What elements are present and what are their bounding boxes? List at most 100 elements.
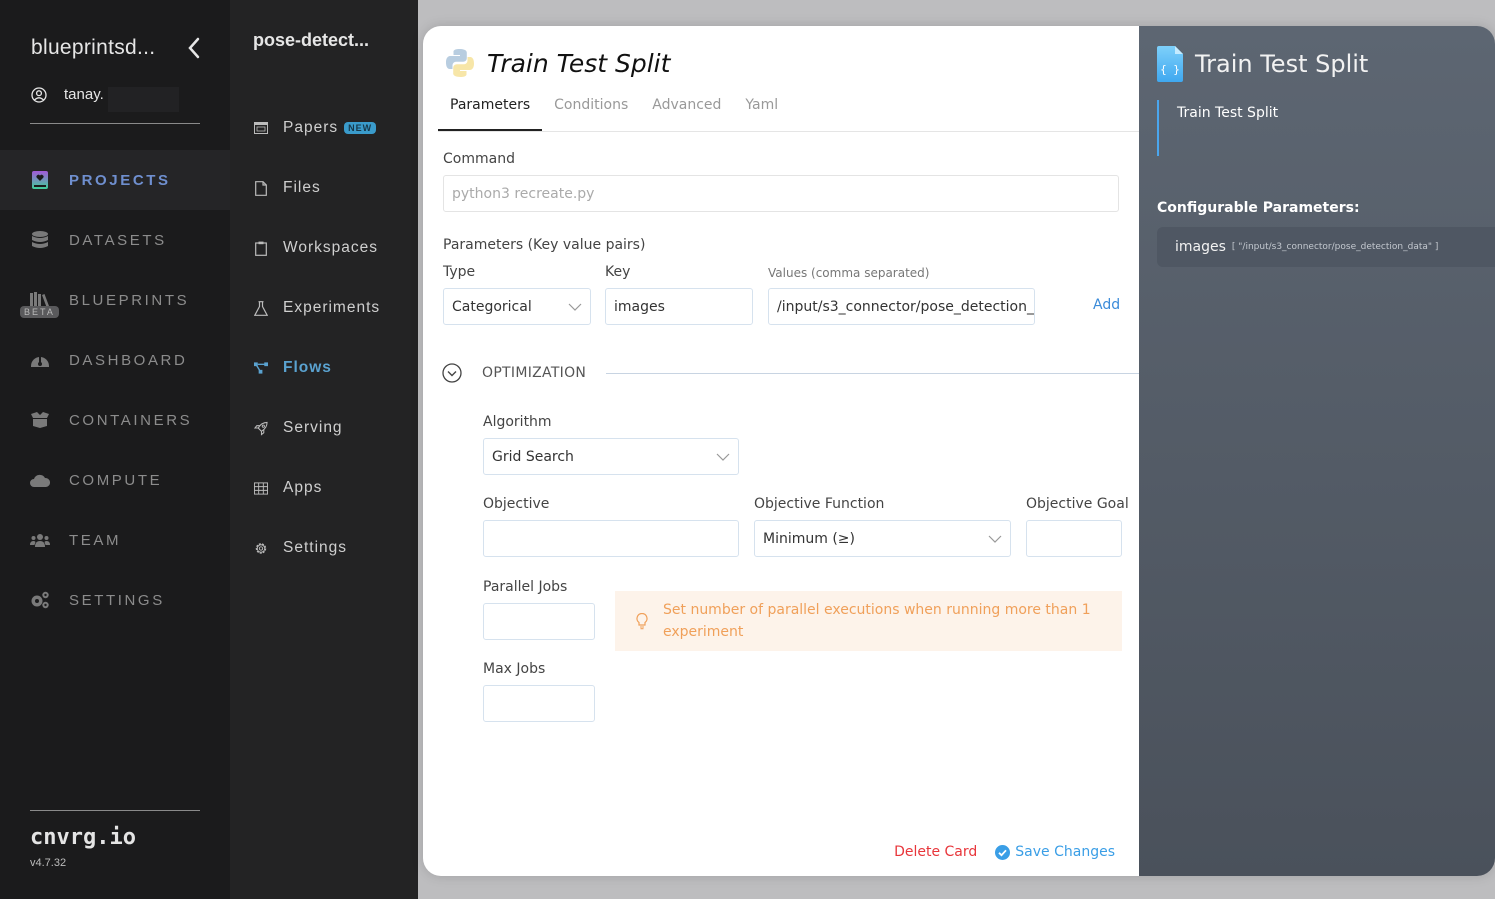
- values-input[interactable]: /input/s3_connector/pose_detection_data: [768, 288, 1035, 325]
- objective-function-value: Minimum (≥): [763, 530, 855, 547]
- project-name[interactable]: pose-detect...: [253, 30, 369, 51]
- objective-goal-label: Objective Goal: [1026, 496, 1129, 512]
- project-nav-label: Papers: [283, 119, 339, 136]
- gauge-icon: [30, 350, 50, 370]
- type-label: Type: [443, 264, 476, 280]
- card-actions: Delete Card Save Changes: [894, 844, 1115, 860]
- algorithm-select[interactable]: Grid Search: [483, 438, 739, 475]
- project-nav-label: Flows: [283, 359, 332, 376]
- sidebar-divider: [30, 123, 200, 124]
- beta-badge: BETA: [20, 306, 59, 318]
- user-circle-icon: [31, 86, 47, 103]
- max-jobs-input[interactable]: [483, 685, 595, 722]
- info-title: Train Test Split: [1195, 50, 1369, 78]
- collapse-sidebar-button[interactable]: [185, 36, 203, 60]
- box-icon: [30, 410, 50, 430]
- version-label: v4.7.32: [30, 857, 67, 869]
- type-select[interactable]: Categorical: [443, 288, 591, 325]
- footer-divider: [30, 810, 200, 811]
- chevron-left-icon: [188, 37, 200, 59]
- objective-label: Objective: [483, 496, 550, 512]
- tab-parameters[interactable]: Parameters: [438, 90, 543, 131]
- flow-card-modal: Train Test Split Parameters Conditions A…: [423, 26, 1495, 876]
- optimization-section-header: OPTIMIZATION: [442, 363, 1139, 383]
- nav-label: CONTAINERS: [69, 411, 193, 429]
- objective-input[interactable]: [483, 520, 739, 557]
- project-nav-experiments[interactable]: Experiments: [230, 278, 418, 338]
- nav-item-blueprints[interactable]: BLUEPRINTS BETA: [0, 270, 230, 330]
- users-icon: [30, 530, 50, 550]
- project-nav-serving[interactable]: Serving: [230, 398, 418, 458]
- parameters-section-label: Parameters (Key value pairs): [443, 237, 646, 253]
- card-editor: Train Test Split Parameters Conditions A…: [423, 26, 1139, 876]
- parallel-jobs-hint: Set number of parallel executions when r…: [615, 591, 1122, 651]
- nav-item-team[interactable]: TEAM: [0, 510, 230, 570]
- type-select-value: Categorical: [452, 298, 532, 315]
- command-input[interactable]: python3 recreate.py: [443, 175, 1119, 212]
- configurable-param-row: images [ "/input/s3_connector/pose_detec…: [1157, 227, 1495, 267]
- card-title: Train Test Split: [487, 48, 671, 78]
- nav-label: DASHBOARD: [69, 351, 188, 369]
- save-changes-label: Save Changes: [1015, 844, 1115, 860]
- grid-icon: [254, 481, 268, 495]
- info-header: { } Train Test Split: [1157, 46, 1368, 82]
- project-nav-apps[interactable]: Apps: [230, 458, 418, 518]
- user-row[interactable]: tanay.: [31, 86, 104, 103]
- nav-label: COMPUTE: [69, 471, 163, 489]
- project-nav-files[interactable]: Files: [230, 158, 418, 218]
- algorithm-label: Algorithm: [483, 414, 552, 430]
- rocket-icon: [254, 421, 268, 436]
- info-description: Train Test Split: [1157, 100, 1457, 156]
- card-header: Train Test Split: [443, 46, 670, 80]
- flask-icon: [254, 300, 268, 316]
- org-name[interactable]: blueprintsd...: [31, 36, 155, 60]
- file-icon: [254, 180, 268, 196]
- nav-item-compute[interactable]: COMPUTE: [0, 450, 230, 510]
- delete-card-button[interactable]: Delete Card: [894, 844, 977, 860]
- objective-function-select[interactable]: Minimum (≥): [754, 520, 1011, 557]
- redacted-block: [108, 87, 179, 112]
- project-nav-papers[interactable]: Papers NEW: [230, 98, 418, 158]
- optimization-title: OPTIMIZATION: [482, 365, 587, 381]
- projects-book-icon: [30, 170, 50, 190]
- nav-item-datasets[interactable]: DATASETS: [0, 210, 230, 270]
- database-icon: [30, 230, 50, 250]
- tab-advanced[interactable]: Advanced: [640, 90, 733, 131]
- max-jobs-label: Max Jobs: [483, 661, 546, 677]
- param-value: [ "/input/s3_connector/pose_detection_da…: [1231, 242, 1439, 252]
- parallel-jobs-input[interactable]: [483, 603, 595, 640]
- project-nav-label: Apps: [283, 479, 323, 496]
- nav-item-settings[interactable]: SETTINGS: [0, 570, 230, 630]
- check-circle-icon: [995, 844, 1011, 860]
- project-nav-flows[interactable]: Flows: [230, 338, 418, 398]
- key-input[interactable]: images: [605, 288, 753, 325]
- objective-goal-input[interactable]: [1026, 520, 1122, 557]
- nav-item-containers[interactable]: CONTAINERS: [0, 390, 230, 450]
- org-row: blueprintsd...: [31, 36, 203, 60]
- tab-yaml[interactable]: Yaml: [733, 90, 790, 131]
- chevron-down-icon: [716, 453, 730, 461]
- json-file-icon: { }: [1157, 46, 1183, 82]
- nav-item-dashboard[interactable]: DASHBOARD: [0, 330, 230, 390]
- main-nav: PROJECTS DATASETS BLUEPRINTS BETA DASHBO…: [0, 150, 230, 630]
- objective-function-label: Objective Function: [754, 496, 885, 512]
- nav-item-projects[interactable]: PROJECTS: [0, 150, 230, 210]
- project-nav-settings[interactable]: Settings: [230, 518, 418, 578]
- tab-conditions[interactable]: Conditions: [542, 90, 640, 131]
- card-info-panel: { } Train Test Split Train Test Split Co…: [1139, 26, 1495, 876]
- chevron-circle-down-icon[interactable]: [442, 363, 462, 383]
- project-sidebar: pose-detect... Papers NEW Files Workspac…: [230, 0, 418, 899]
- add-parameter-link[interactable]: Add: [1093, 297, 1120, 313]
- project-nav-label: Settings: [283, 539, 348, 556]
- project-nav-label: Serving: [283, 419, 343, 436]
- svg-text:{ }: { }: [1160, 63, 1180, 76]
- save-changes-button[interactable]: Save Changes: [995, 844, 1115, 860]
- project-nav-workspaces[interactable]: Workspaces: [230, 218, 418, 278]
- clipboard-icon: [254, 241, 268, 256]
- nav-label: SETTINGS: [69, 591, 165, 609]
- cloud-icon: [30, 470, 50, 490]
- card-tabs: Parameters Conditions Advanced Yaml: [438, 90, 1139, 132]
- nav-label: BLUEPRINTS: [69, 291, 190, 309]
- param-key: images: [1175, 239, 1226, 255]
- brand-logo[interactable]: cnvrg.io: [30, 825, 136, 850]
